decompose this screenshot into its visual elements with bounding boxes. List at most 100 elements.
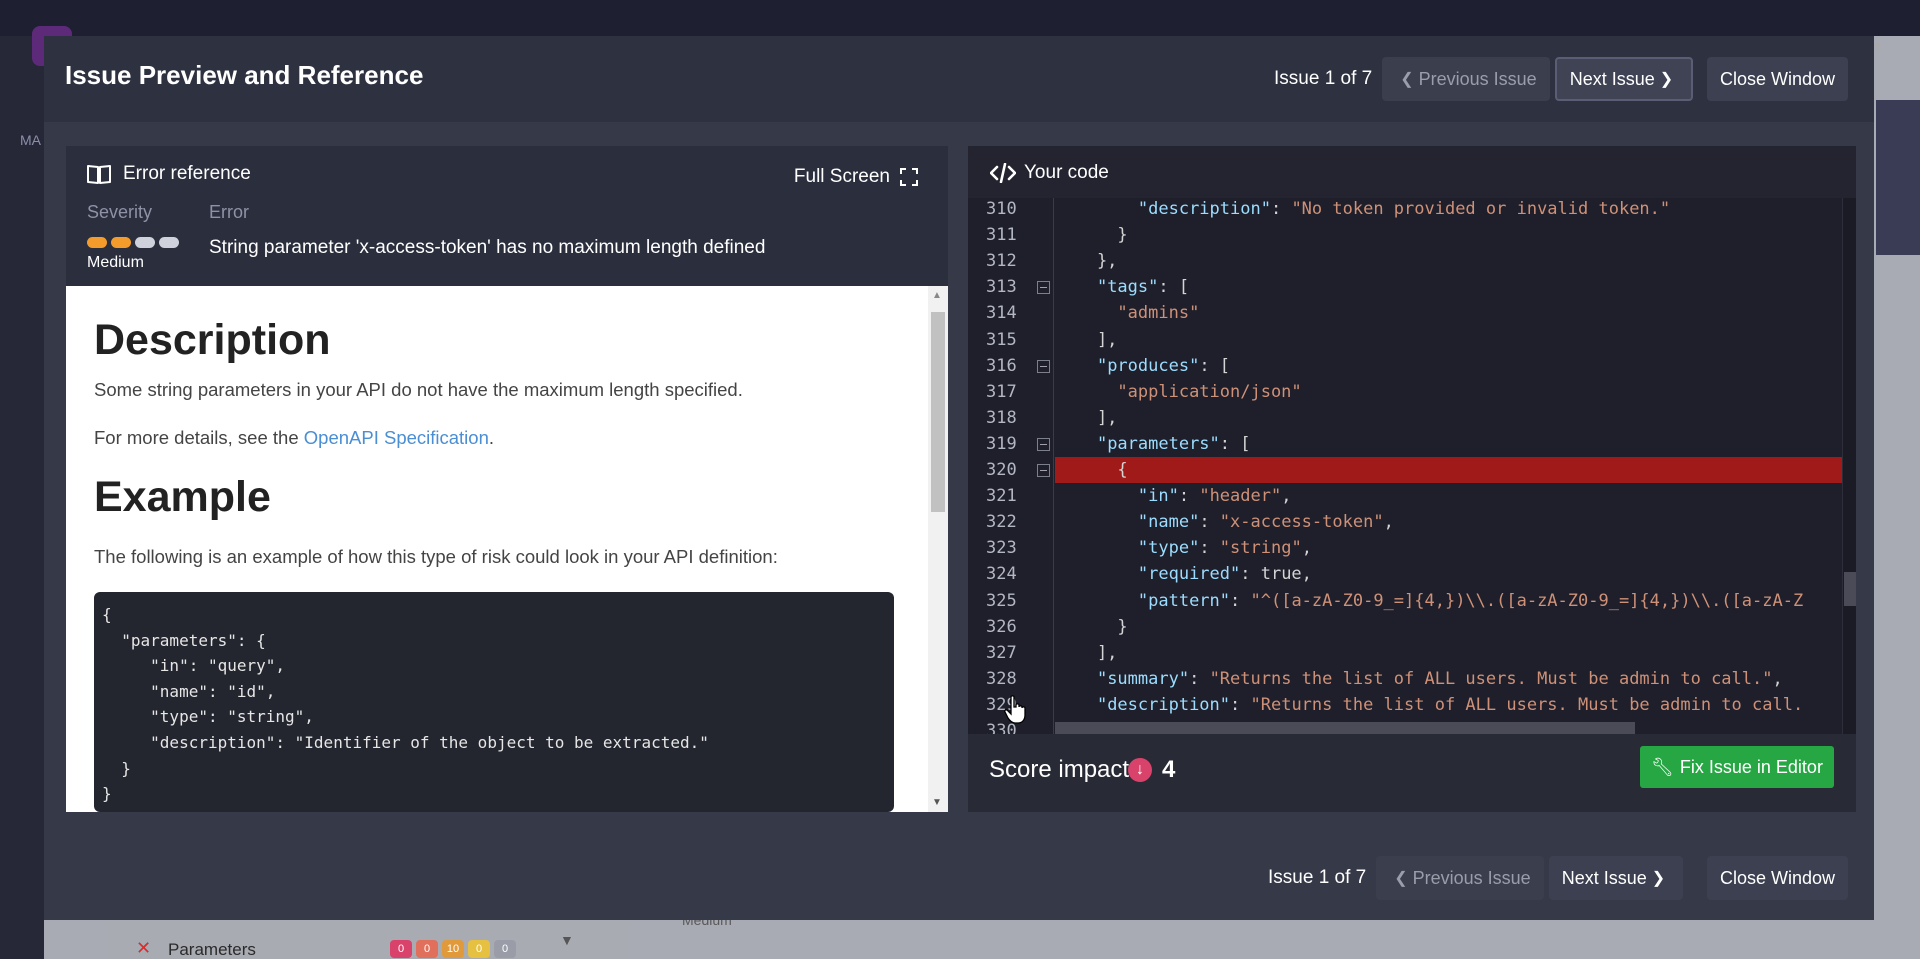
code-line[interactable]: 317 "application/json" bbox=[968, 379, 1856, 405]
code-line[interactable]: 316 "produces": [ bbox=[968, 353, 1856, 379]
chevron-right-icon: ❯ bbox=[1651, 870, 1666, 887]
example-code: { "parameters": { "in": "query", "name":… bbox=[102, 605, 709, 804]
app-topbar bbox=[0, 0, 1920, 36]
scroll-up-icon[interactable]: ▲ bbox=[932, 290, 942, 301]
issue-count: Issue 1 of 7 bbox=[1268, 867, 1367, 888]
scrollbar-thumb[interactable] bbox=[931, 312, 945, 512]
chevron-down-icon: ▼ bbox=[560, 932, 574, 948]
line-number: 311 bbox=[986, 225, 1017, 246]
collapse-icon[interactable] bbox=[1037, 281, 1050, 295]
next-issue-button[interactable]: Next Issue ❯ bbox=[1548, 856, 1684, 900]
hand-pointer-cursor-icon bbox=[1004, 695, 1026, 724]
badge: 0 bbox=[468, 940, 490, 958]
scroll-down-icon[interactable]: ▼ bbox=[932, 797, 942, 808]
doc-scrollbar[interactable]: ▲ ▼ bbox=[928, 286, 948, 812]
collapse-icon[interactable] bbox=[1037, 464, 1050, 477]
footer-issue-nav: Issue 1 of 7 ❮ Previous Issue Next Issue… bbox=[1268, 856, 1684, 900]
modal-title: Issue Preview and Reference bbox=[65, 60, 424, 90]
close-window-button[interactable]: Close Window bbox=[1707, 856, 1849, 900]
doc-content: Description Some string parameters in yo… bbox=[94, 316, 894, 568]
header-issue-nav: Issue 1 of 7 ❮ Previous Issue Next Issue… bbox=[1274, 57, 1694, 101]
code-line[interactable]: 312 }, bbox=[968, 248, 1856, 274]
chevron-down-icon: ▾ bbox=[1874, 38, 1882, 54]
error-documentation: Description Some string parameters in yo… bbox=[66, 286, 948, 812]
code-text: ], bbox=[1056, 642, 1118, 663]
your-code-panel: Your code 330 "operationId": "adminallus… bbox=[968, 146, 1856, 812]
sidebar-section-label: MA bbox=[20, 132, 41, 148]
score-impact-bar: Score impact ↓ 4 🔧︎ Fix Issue in Editor bbox=[968, 734, 1856, 812]
chevron-left-icon: ❮ bbox=[1400, 71, 1414, 88]
previous-issue-button[interactable]: ❮ Previous Issue bbox=[1382, 57, 1550, 101]
code-line[interactable]: 319 "parameters": [ bbox=[968, 431, 1856, 457]
code-line[interactable]: 325 "pattern": "^([a-zA-Z0-9_=]{4,})\\.(… bbox=[968, 588, 1856, 614]
code-line[interactable]: 326 } bbox=[968, 614, 1856, 640]
example-heading: Example bbox=[94, 473, 271, 521]
code-line[interactable]: 321 "in": "header", bbox=[968, 483, 1856, 509]
severity-indicator bbox=[87, 237, 179, 248]
code-text: "tags": [ bbox=[1096, 277, 1190, 298]
code-line[interactable]: 310 "description": "No token provided or… bbox=[968, 198, 1856, 222]
line-number: 321 bbox=[986, 486, 1017, 507]
example-text: The following is an example of how this … bbox=[94, 546, 778, 567]
code-line[interactable]: 320 { bbox=[968, 457, 1856, 483]
chevron-left-icon: ❮ bbox=[1394, 870, 1408, 887]
editor-scrollbar[interactable] bbox=[1842, 198, 1856, 734]
previous-issue-label: Previous Issue bbox=[1412, 867, 1531, 888]
code-editor[interactable]: 330 "operationId": "adminallusers"329 "d… bbox=[968, 198, 1856, 734]
severity-dot bbox=[159, 237, 179, 248]
code-line[interactable]: 324 "required": true, bbox=[968, 561, 1856, 587]
code-line[interactable]: 329 "description": "Returns the list of … bbox=[968, 692, 1856, 718]
code-line[interactable]: 322 "name": "x-access-token", bbox=[968, 509, 1856, 535]
error-reference-title: Error reference bbox=[123, 163, 251, 184]
severity-value: Medium bbox=[87, 254, 144, 271]
issue-count: Issue 1 of 7 bbox=[1274, 68, 1373, 89]
error-reference-panel: Error reference Full Screen Severity Err… bbox=[66, 146, 948, 812]
line-number: 318 bbox=[986, 407, 1017, 428]
background-badges: 0 0 10 0 0 bbox=[390, 940, 516, 958]
severity-dot bbox=[87, 237, 107, 248]
code-line[interactable]: 314 "admins" bbox=[968, 300, 1856, 326]
scrollbar-thumb[interactable] bbox=[1844, 572, 1856, 606]
code-line[interactable]: 318 ], bbox=[968, 405, 1856, 431]
openapi-spec-link[interactable]: OpenAPI Specification bbox=[304, 427, 489, 448]
next-issue-label: Next Issue bbox=[1561, 867, 1647, 888]
code-line[interactable]: 313 "tags": [ bbox=[968, 274, 1856, 300]
fix-issue-button[interactable]: 🔧︎ Fix Issue in Editor bbox=[1640, 746, 1834, 788]
line-number: 327 bbox=[986, 642, 1017, 663]
badge: 0 bbox=[494, 940, 516, 958]
code-line[interactable]: 323 "type": "string", bbox=[968, 535, 1856, 561]
severity-header: Severity bbox=[87, 202, 153, 222]
line-number: 325 bbox=[986, 590, 1017, 611]
description-text: Some string parameters in your API do no… bbox=[94, 379, 743, 400]
line-number: 324 bbox=[986, 564, 1017, 585]
code-text: "pattern": "^([a-zA-Z0-9_=]{4,})\\.([a-z… bbox=[1137, 590, 1804, 611]
collapse-icon[interactable] bbox=[1037, 359, 1050, 373]
code-line[interactable]: 311 } bbox=[968, 222, 1856, 248]
score-impact-value: 4 bbox=[1162, 756, 1176, 783]
line-number: 316 bbox=[986, 355, 1017, 376]
code-line[interactable]: 327 ], bbox=[968, 640, 1856, 666]
code-text: "produces": [ bbox=[1096, 355, 1231, 376]
code-text: "description": "No token provided or inv… bbox=[1137, 199, 1671, 219]
full-screen-button[interactable]: Full Screen bbox=[794, 166, 918, 188]
app-sidebar bbox=[0, 36, 44, 959]
code-line[interactable]: 315 ], bbox=[968, 327, 1856, 353]
code-text: }, bbox=[1056, 251, 1118, 272]
your-code-header: Your code bbox=[968, 146, 1856, 198]
issue-preview-modal: Issue Preview and Reference Issue 1 of 7… bbox=[44, 36, 1874, 920]
close-window-button[interactable]: Close Window bbox=[1707, 57, 1849, 101]
previous-issue-button[interactable]: ❮ Previous Issue bbox=[1376, 856, 1544, 900]
badge: 0 bbox=[390, 940, 412, 958]
collapse-icon[interactable] bbox=[1037, 437, 1050, 451]
code-text: { bbox=[1056, 460, 1128, 480]
badge: 10 bbox=[442, 940, 464, 958]
code-line[interactable]: 328 "summary": "Returns the list of ALL … bbox=[968, 666, 1856, 692]
badge: 0 bbox=[416, 940, 438, 958]
code-icon bbox=[990, 163, 1016, 183]
editor-horizontal-scrollbar[interactable] bbox=[1055, 722, 1635, 734]
next-issue-button[interactable]: Next Issue ❯ bbox=[1554, 57, 1694, 101]
your-code-title: Your code bbox=[1024, 162, 1109, 183]
code-text: "in": "header", bbox=[1137, 486, 1292, 507]
code-text: ], bbox=[1056, 407, 1118, 428]
book-open-icon bbox=[87, 165, 111, 184]
